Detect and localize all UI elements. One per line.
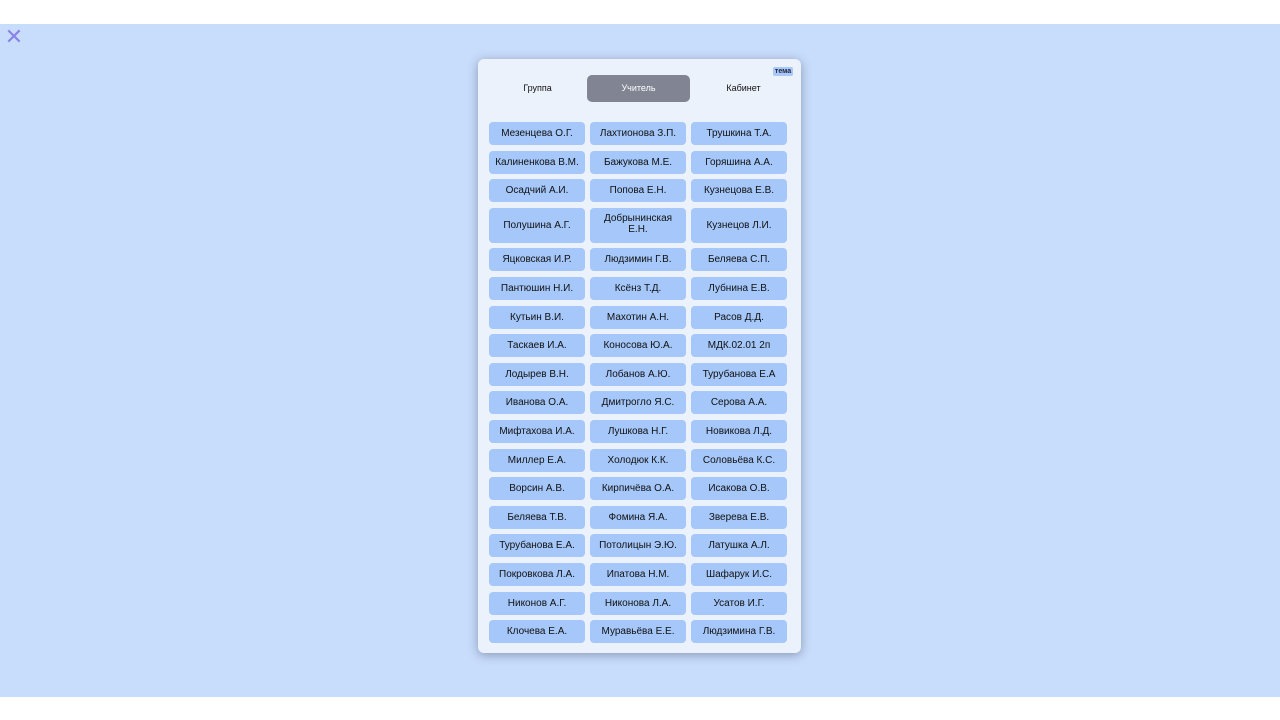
teacher-button[interactable]: Никонов А.Г. [489, 591, 585, 615]
teacher-button[interactable]: Исакова О.В. [691, 477, 787, 501]
teacher-button[interactable]: Коносова Ю.А. [590, 334, 686, 358]
teacher-button[interactable]: Клочева Е.А. [489, 620, 585, 644]
schedule-selector-panel: тема Группа Учитель Кабинет Мезенцева О.… [478, 59, 801, 653]
teacher-button[interactable]: Новикова Л.Д. [691, 419, 787, 443]
teacher-button[interactable]: Мифтахова И.А. [489, 419, 585, 443]
teacher-button[interactable]: МДК.02.01 2п [691, 334, 787, 358]
teacher-button[interactable]: Лахтионова З.П. [590, 122, 686, 145]
teacher-button[interactable]: Лодырев В.Н. [489, 362, 585, 386]
teacher-button[interactable]: Добрынинская Е.Н. [590, 207, 686, 243]
teacher-button[interactable]: Людзимина Г.В. [691, 620, 787, 644]
teacher-grid: Мезенцева О.Г. Лахтионова З.П. Трушкина Т.… [489, 122, 789, 644]
teacher-button[interactable]: Усатов И.Г. [691, 591, 787, 615]
tab-group[interactable]: Группа [486, 75, 589, 102]
close-icon[interactable]: ✕ [4, 27, 24, 49]
teacher-button[interactable]: Ксёнз Т.Д. [590, 276, 686, 300]
teacher-button[interactable]: Шафарук И.С. [691, 562, 787, 586]
teacher-button[interactable]: Потолицын Э.Ю. [590, 534, 686, 558]
teacher-button[interactable]: Иванова О.А. [489, 391, 585, 415]
teacher-button[interactable]: Беляева Т.В. [489, 505, 585, 529]
teacher-button[interactable]: Кирпичёва О.А. [590, 477, 686, 501]
teacher-button[interactable]: Миллер Е.А. [489, 448, 585, 472]
teacher-button[interactable]: Бажукова М.Е. [590, 150, 686, 174]
teacher-button[interactable]: Людзимин Г.В. [590, 248, 686, 272]
teacher-button[interactable]: Холодюк К.К. [590, 448, 686, 472]
teacher-button[interactable]: Покровкова Л.А. [489, 562, 585, 586]
teacher-button[interactable]: Кутьин В.И. [489, 305, 585, 329]
teacher-button[interactable]: Латушка А.Л. [691, 534, 787, 558]
teacher-button[interactable]: Махотин А.Н. [590, 305, 686, 329]
teacher-button[interactable]: Ипатова Н.М. [590, 562, 686, 586]
teacher-button[interactable]: Соловьёва К.С. [691, 448, 787, 472]
teacher-button[interactable]: Зверева Е.В. [691, 505, 787, 529]
teacher-button[interactable]: Попова Е.Н. [590, 179, 686, 203]
mode-tabs: Группа Учитель Кабинет [486, 75, 793, 102]
teacher-button[interactable]: Кузнецова Е.В. [691, 179, 787, 203]
teacher-button[interactable]: Таскаев И.А. [489, 334, 585, 358]
teacher-button[interactable]: Муравьёва Е.Е. [590, 620, 686, 644]
teacher-button[interactable]: Беляева С.П. [691, 248, 787, 272]
teacher-button[interactable]: Дмитрогло Я.С. [590, 391, 686, 415]
teacher-button[interactable]: Расов Д.Д. [691, 305, 787, 329]
teacher-button[interactable]: Никонова Л.А. [590, 591, 686, 615]
teacher-button[interactable]: Серова А.А. [691, 391, 787, 415]
teacher-button[interactable]: Лобанов А.Ю. [590, 362, 686, 386]
teacher-button[interactable]: Лушкова Н.Г. [590, 419, 686, 443]
teacher-button[interactable]: Калиненкова В.М. [489, 150, 585, 174]
teacher-button[interactable]: Полушина А.Г. [489, 207, 585, 243]
teacher-button[interactable]: Осадчий А.И. [489, 179, 585, 203]
teacher-button[interactable]: Мезенцева О.Г. [489, 122, 585, 145]
teacher-button[interactable]: Ворсин А.В. [489, 477, 585, 501]
teacher-button[interactable]: Лубнина Е.В. [691, 276, 787, 300]
teacher-button[interactable]: Турубанова Е.А. [489, 534, 585, 558]
tab-teacher[interactable]: Учитель [587, 75, 690, 102]
teacher-button[interactable]: Турубанова Е.А [691, 362, 787, 386]
teacher-button[interactable]: Горяшина А.А. [691, 150, 787, 174]
teacher-button[interactable]: Яцковская И.Р. [489, 248, 585, 272]
teacher-button[interactable]: Кузнецов Л.И. [691, 207, 787, 243]
teacher-button[interactable]: Фомина Я.А. [590, 505, 686, 529]
tab-room[interactable]: Кабинет [692, 75, 795, 102]
teacher-button[interactable]: Пантюшин Н.И. [489, 276, 585, 300]
teacher-button[interactable]: Трушкина Т.А. [691, 122, 787, 145]
